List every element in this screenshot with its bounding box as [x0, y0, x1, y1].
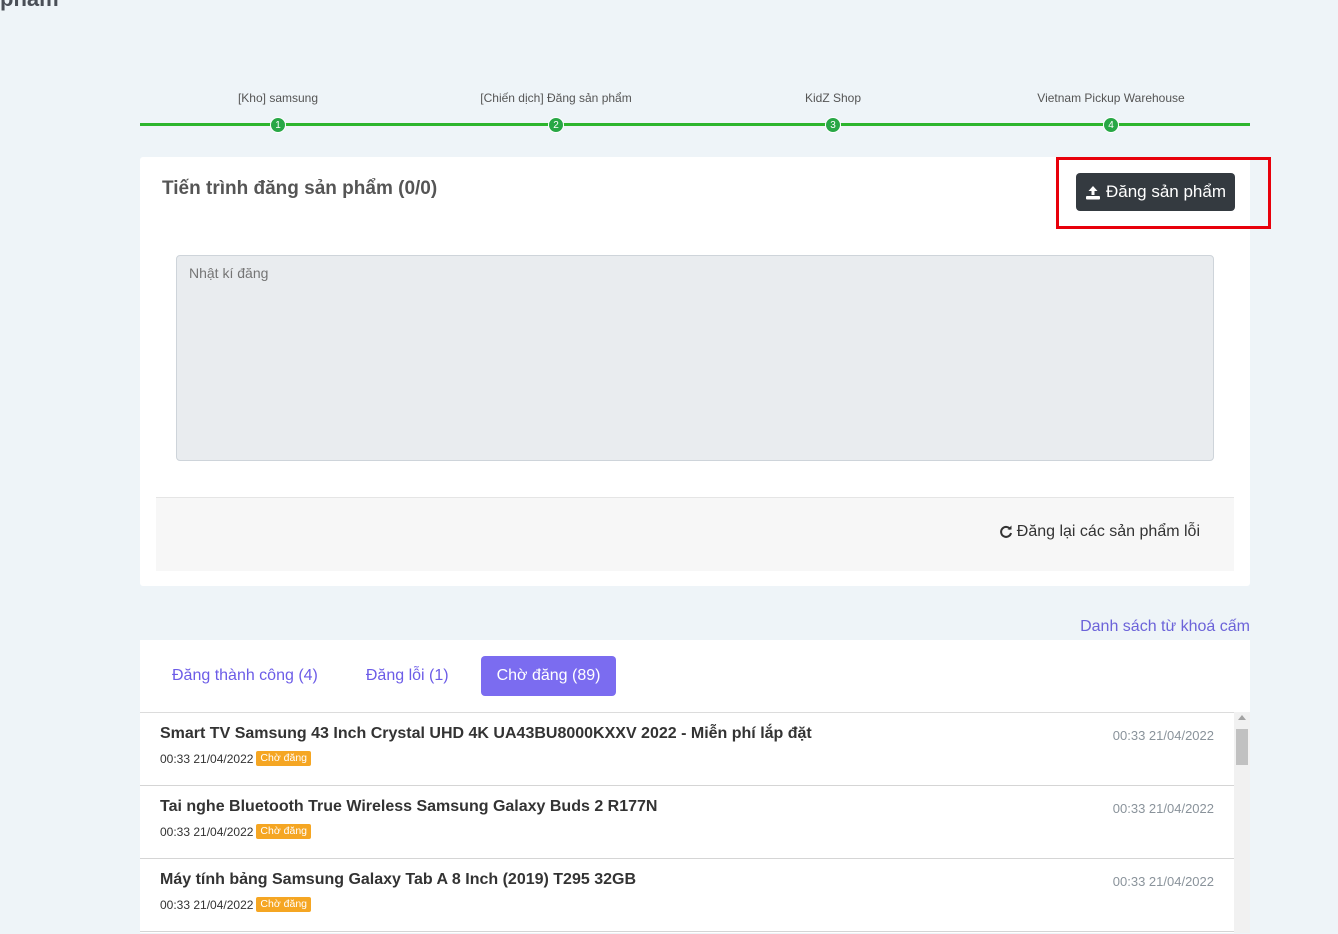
status-badge: Chờ đăng — [256, 897, 312, 912]
tab-failed[interactable]: Đăng lỗi (1) — [350, 656, 465, 696]
step-label: Vietnam Pickup Warehouse — [1037, 91, 1185, 105]
list-item[interactable]: Tai nghe Bluetooth True Wireless Samsung… — [140, 786, 1234, 859]
item-time: 00:33 21/04/2022 — [1112, 874, 1214, 889]
step-4: Vietnam Pickup Warehouse 4 — [1001, 90, 1221, 133]
list-item[interactable]: Smart TV Samsung 43 Inch Crystal UHD 4K … — [140, 713, 1234, 786]
upload-button-label: Đăng sản phẩm — [1105, 182, 1227, 201]
step-label: [Chiến dịch] Đăng sản phẩm — [480, 91, 632, 105]
retry-button-label: Đăng lại các sản phẩm lỗi — [1016, 523, 1200, 540]
item-title: Smart TV Samsung 43 Inch Crystal UHD 4K … — [160, 725, 812, 742]
item-meta: 00:33 21/04/2022 Chờ đăng — [160, 751, 312, 766]
list-item[interactable]: Máy tính bảng Samsung Galaxy Tab A 8 Inc… — [140, 859, 1234, 932]
progress-title: Tiến trình đăng sản phẩm (0/0) — [162, 178, 438, 199]
retry-failed-button[interactable]: Đăng lại các sản phẩm lỗi — [999, 523, 1200, 541]
refresh-icon — [999, 525, 1012, 538]
step-2: [Chiến dịch] Đăng sản phẩm 2 — [446, 90, 666, 133]
item-created: 00:33 21/04/2022 — [160, 897, 254, 912]
step-number: 2 — [548, 117, 564, 133]
item-meta: 00:33 21/04/2022 Chờ đăng — [160, 897, 312, 912]
item-title: Máy tính bảng Samsung Galaxy Tab A 8 Inc… — [160, 871, 636, 888]
status-badge: Chờ đăng — [256, 824, 312, 839]
progress-card: Tiến trình đăng sản phẩm (0/0) Đăng sản … — [140, 157, 1250, 586]
upload-icon — [1085, 185, 1100, 199]
list-scrollbar[interactable] — [1234, 712, 1250, 933]
forbidden-keywords-link[interactable]: Danh sách từ khoá cấm — [1080, 618, 1250, 636]
step-number: 1 — [270, 117, 286, 133]
item-meta: 00:33 21/04/2022 Chờ đăng — [160, 824, 312, 839]
upload-products-button[interactable]: Đăng sản phẩm — [1076, 173, 1235, 211]
item-created: 00:33 21/04/2022 — [160, 751, 254, 766]
item-time: 00:33 21/04/2022 — [1112, 728, 1214, 743]
step-number: 4 — [1103, 117, 1119, 133]
stepper: [Kho] samsung 1 [Chiến dịch] Đăng sản ph… — [140, 90, 1250, 140]
page-title: phẩm — [0, 0, 59, 12]
tab-success[interactable]: Đăng thành công (4) — [156, 656, 334, 696]
product-list-card: Đăng thành công (4) Đăng lỗi (1) Chờ đăn… — [140, 640, 1250, 933]
item-title: Tai nghe Bluetooth True Wireless Samsung… — [160, 798, 658, 815]
scroll-up-icon[interactable] — [1238, 715, 1246, 720]
step-number: 3 — [825, 117, 841, 133]
scroll-thumb[interactable] — [1236, 729, 1248, 765]
step-3: KidZ Shop 3 — [723, 90, 943, 133]
product-list: Smart TV Samsung 43 Inch Crystal UHD 4K … — [140, 712, 1234, 934]
progress-card-footer: Đăng lại các sản phẩm lỗi — [156, 497, 1234, 571]
item-created: 00:33 21/04/2022 — [160, 824, 254, 839]
tab-pending[interactable]: Chờ đăng (89) — [480, 656, 617, 696]
status-badge: Chờ đăng — [256, 751, 312, 766]
step-label: [Kho] samsung — [237, 91, 319, 105]
step-1: [Kho] samsung 1 — [168, 90, 388, 133]
step-label: KidZ Shop — [804, 91, 862, 105]
status-tabs: Đăng thành công (4) Đăng lỗi (1) Chờ đăn… — [156, 656, 617, 696]
upload-log-textarea[interactable] — [176, 255, 1214, 461]
item-time: 00:33 21/04/2022 — [1112, 801, 1214, 816]
